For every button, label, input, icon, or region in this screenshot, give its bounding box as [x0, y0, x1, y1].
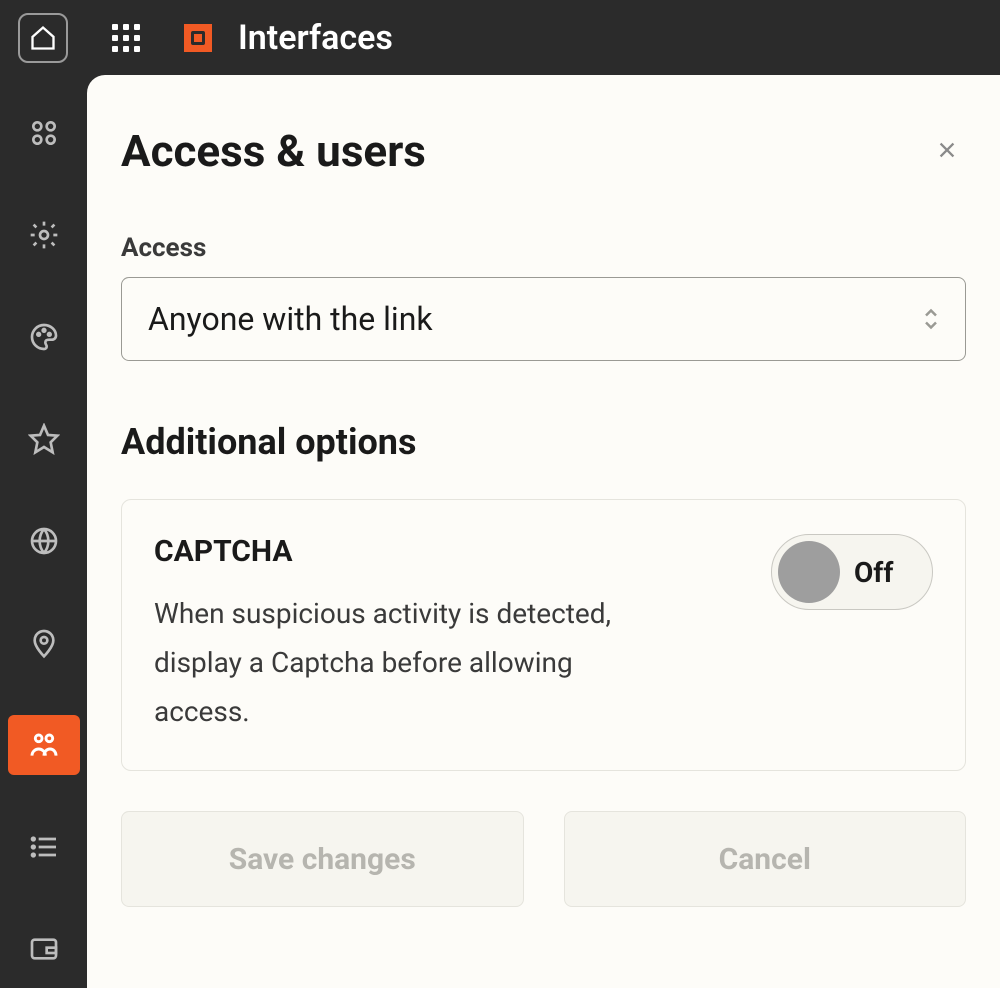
sidebar-item-favorites[interactable]: [8, 409, 80, 469]
captcha-description: When suspicious activity is detected, di…: [154, 589, 674, 736]
close-icon: [936, 139, 958, 161]
cancel-button[interactable]: Cancel: [564, 811, 967, 907]
save-button-label: Save changes: [229, 842, 416, 877]
app-logo-icon: [184, 24, 212, 52]
sidebar-item-access-users[interactable]: [8, 715, 80, 775]
sidebar: [0, 75, 87, 988]
captcha-option-card: CAPTCHA When suspicious activity is dete…: [121, 499, 966, 771]
main-panel: Access & users Access Anyone with the li…: [87, 75, 1000, 988]
home-icon: [29, 24, 57, 52]
sidebar-item-theme[interactable]: [8, 307, 80, 367]
additional-options-heading: Additional options: [121, 421, 966, 463]
access-select[interactable]: Anyone with the link: [121, 277, 966, 361]
close-button[interactable]: [928, 127, 966, 176]
sidebar-item-billing[interactable]: [8, 919, 80, 979]
toggle-state-label: Off: [854, 556, 893, 589]
location-pin-icon: [28, 627, 60, 659]
sidebar-item-domain[interactable]: [8, 511, 80, 571]
components-icon: [28, 117, 60, 149]
access-label: Access: [121, 233, 966, 263]
sidebar-item-components[interactable]: [8, 103, 80, 163]
panel-title: Access & users: [121, 125, 426, 177]
top-bar: Interfaces: [0, 0, 1000, 75]
sidebar-item-settings[interactable]: [8, 205, 80, 265]
wallet-icon: [28, 933, 60, 965]
access-select-value: Anyone with the link: [148, 300, 433, 338]
captcha-title: CAPTCHA: [154, 534, 743, 569]
captcha-toggle[interactable]: Off: [771, 534, 933, 610]
palette-icon: [28, 321, 60, 353]
sidebar-item-location[interactable]: [8, 613, 80, 673]
save-button[interactable]: Save changes: [121, 811, 524, 907]
page-title: Interfaces: [238, 18, 393, 58]
chevron-up-down-icon: [923, 308, 939, 330]
gear-icon: [28, 219, 60, 251]
sidebar-item-list[interactable]: [8, 817, 80, 877]
apps-grid-icon[interactable]: [112, 24, 140, 52]
globe-icon: [28, 525, 60, 557]
home-button[interactable]: [18, 13, 68, 63]
toggle-thumb-icon: [778, 541, 840, 603]
list-icon: [28, 831, 60, 863]
star-icon: [28, 423, 60, 455]
users-icon: [28, 729, 60, 761]
cancel-button-label: Cancel: [719, 842, 811, 877]
